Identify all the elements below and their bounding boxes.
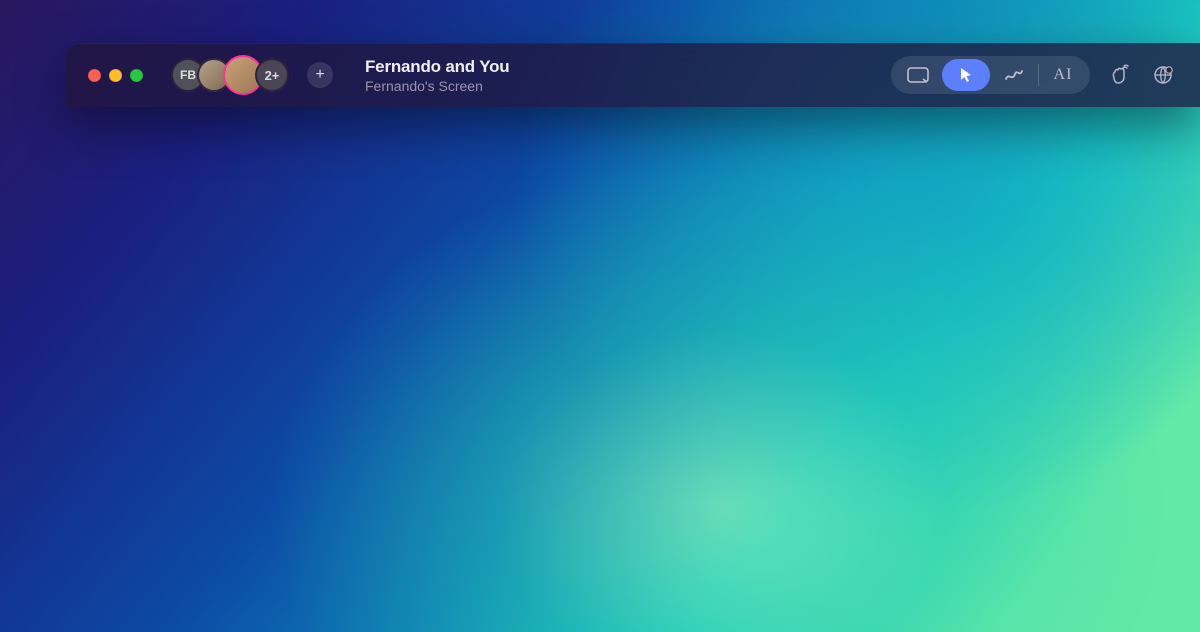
call-window: FB 2+ + Fernando and You Fernando's Scre… xyxy=(66,43,1200,107)
call-title: Fernando and You xyxy=(365,57,509,77)
participant-avatars: FB 2+ xyxy=(171,55,289,95)
pencil-squiggle-icon xyxy=(1004,67,1024,83)
call-title-block: Fernando and You Fernando's Screen xyxy=(365,57,509,94)
traffic-lights xyxy=(88,69,143,82)
minimize-window-button[interactable] xyxy=(109,69,122,82)
share-settings-button[interactable] xyxy=(1148,60,1178,90)
pointer-tool[interactable] xyxy=(942,59,990,91)
globe-gear-icon xyxy=(1152,64,1174,86)
draw-tool[interactable] xyxy=(990,59,1038,91)
call-subtitle: Fernando's Screen xyxy=(365,78,509,94)
annotation-tool-pill: AI xyxy=(891,56,1090,94)
call-tools: AI xyxy=(891,56,1178,94)
call-titlebar: FB 2+ + Fernando and You Fernando's Scre… xyxy=(66,43,1200,107)
add-participant-button[interactable]: + xyxy=(307,62,333,88)
rectangle-icon xyxy=(907,67,929,83)
zoom-window-button[interactable] xyxy=(130,69,143,82)
close-window-button[interactable] xyxy=(88,69,101,82)
wave-icon xyxy=(1108,64,1130,86)
ai-tool[interactable]: AI xyxy=(1039,59,1087,91)
avatar-overflow[interactable]: 2+ xyxy=(255,58,289,92)
rectangle-tool[interactable] xyxy=(894,59,942,91)
wave-button[interactable] xyxy=(1104,60,1134,90)
pointer-icon xyxy=(957,66,975,84)
ai-text-icon: AI xyxy=(1054,66,1073,84)
